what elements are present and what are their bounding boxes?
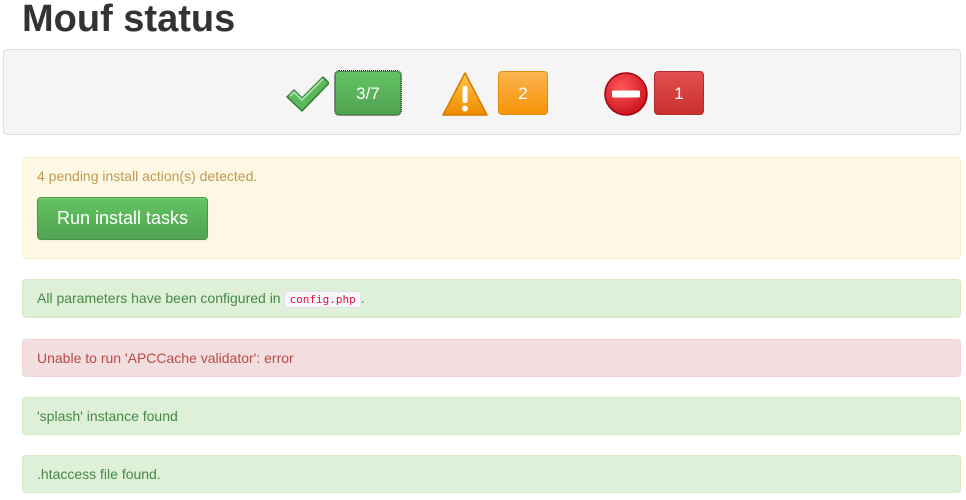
run-install-tasks-button[interactable]: Run install tasks bbox=[37, 197, 208, 240]
warning-icon bbox=[442, 72, 488, 116]
status-summary-bar: 3/7 2 1 bbox=[3, 49, 961, 135]
apccache-error-message: Unable to run 'APCCache validator': erro… bbox=[37, 350, 294, 366]
parameters-message-suffix: . bbox=[360, 290, 365, 306]
splash-instance-message: 'splash' instance found bbox=[37, 408, 178, 424]
parameters-message-text: All parameters have been configured in bbox=[37, 290, 281, 306]
htaccess-message: .htaccess file found. bbox=[37, 466, 161, 482]
error-count-button[interactable]: 1 bbox=[654, 71, 704, 115]
stop-icon bbox=[604, 72, 648, 116]
pending-install-message: 4 pending install action(s) detected. bbox=[37, 168, 258, 184]
success-count-button[interactable]: 3/7 bbox=[334, 70, 402, 116]
pending-install-alert: 4 pending install action(s) detected. Ru… bbox=[22, 157, 961, 259]
checkmark-icon bbox=[286, 76, 329, 112]
parameters-configured-alert: All parameters have been configured in c… bbox=[22, 279, 961, 318]
config-file-code: config.php bbox=[284, 291, 361, 308]
apccache-validator-error-alert: Unable to run 'APCCache validator': erro… bbox=[22, 339, 961, 377]
htaccess-found-alert: .htaccess file found. bbox=[22, 455, 961, 493]
splash-instance-alert: 'splash' instance found bbox=[22, 397, 961, 435]
warning-count-button[interactable]: 2 bbox=[498, 71, 548, 115]
page-title: Mouf status bbox=[22, 0, 236, 40]
